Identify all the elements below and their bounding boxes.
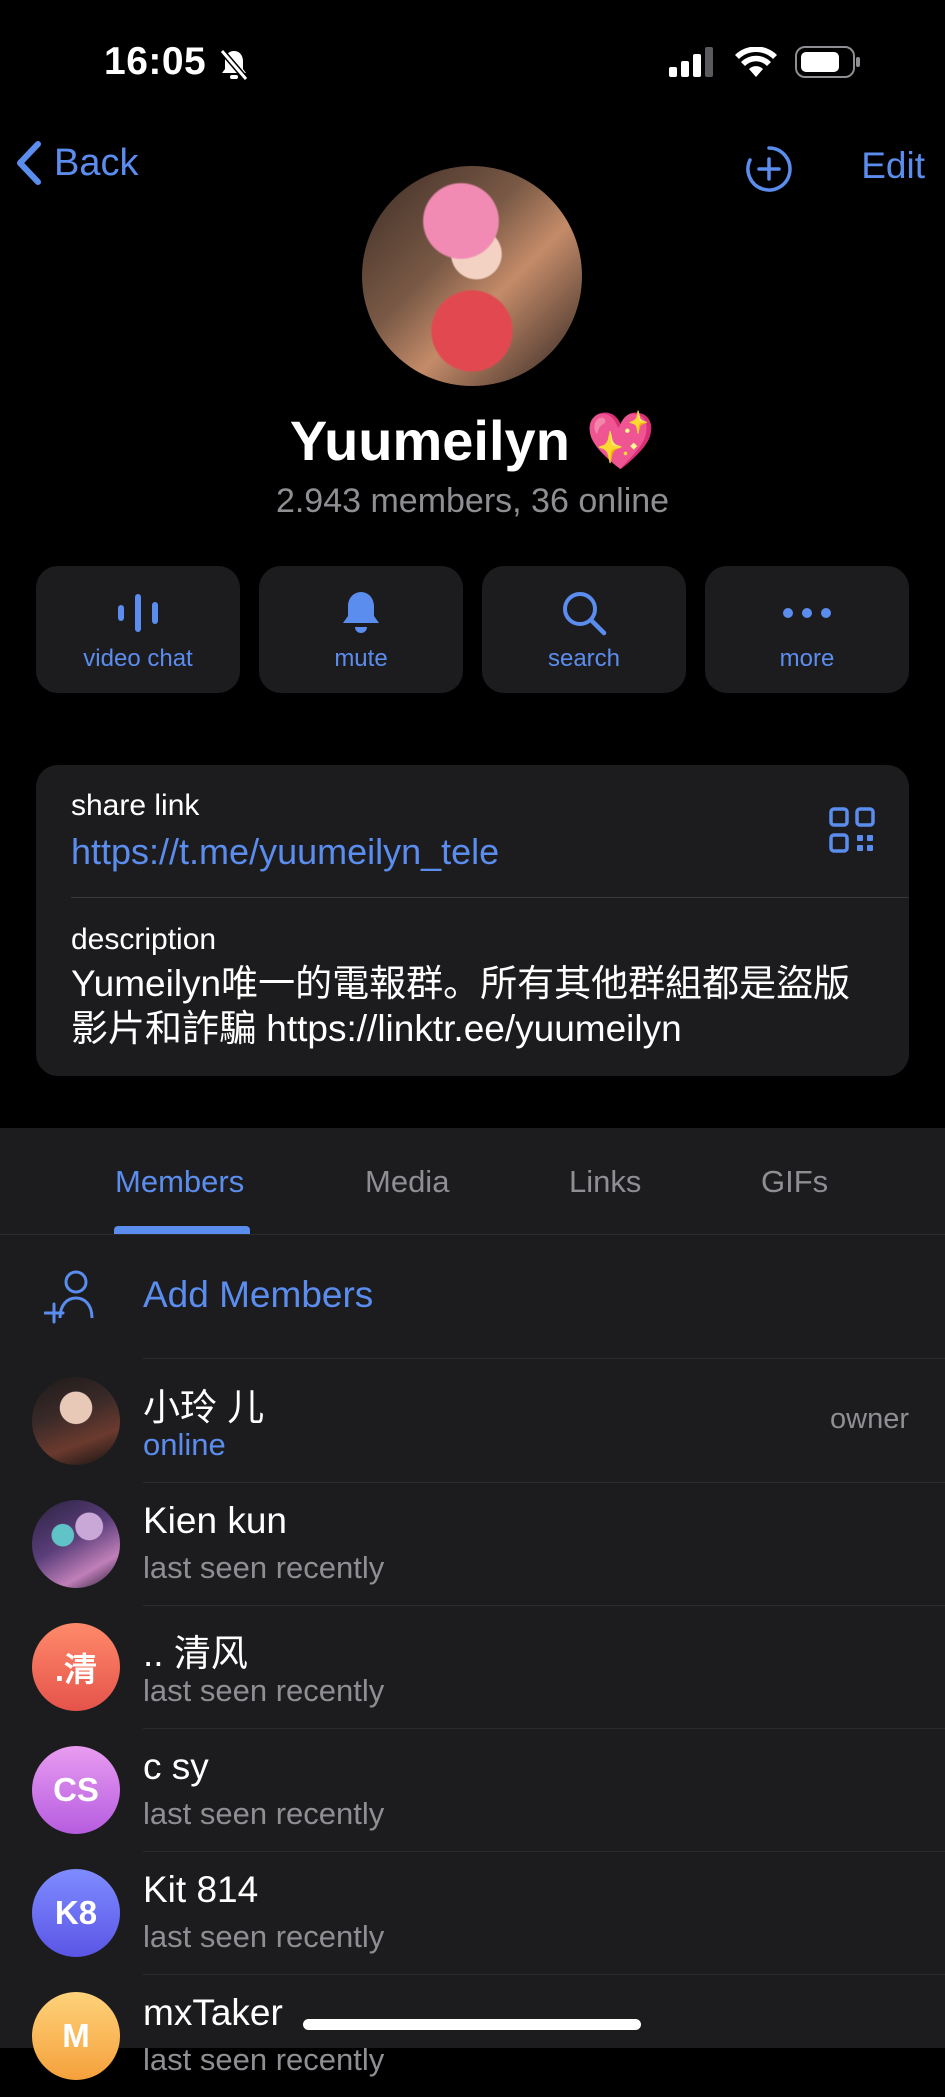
edit-button[interactable]: Edit — [861, 145, 925, 187]
member-avatar — [32, 1500, 120, 1588]
group-member-count: 2.943 members, 36 online — [275, 482, 670, 520]
wifi-icon — [735, 47, 777, 77]
back-label: Back — [54, 141, 139, 184]
cellular-signal-icon — [669, 47, 713, 77]
status-time: 16:05 — [104, 40, 207, 83]
video-chat-icon — [118, 593, 158, 632]
member-status: last seen recently — [143, 1550, 385, 1585]
more-icon — [783, 607, 831, 618]
action-bar: video chat mute search more — [36, 566, 909, 693]
add-person-icon — [44, 1270, 94, 1324]
group-name: Yuumeilyn 💖 — [289, 409, 656, 472]
member-row[interactable]: K8 Kit 814 last seen recently — [0, 1851, 945, 1974]
silent-mode-icon — [218, 48, 250, 87]
add-story-button[interactable] — [744, 144, 794, 199]
qr-code-icon — [829, 807, 875, 853]
member-name: .. 清风 — [143, 1633, 248, 1674]
member-row[interactable]: Kien kun last seen recently — [0, 1482, 945, 1605]
add-members-button[interactable]: Add Members — [0, 1234, 945, 1358]
video-chat-label: video chat — [83, 644, 193, 672]
home-indicator[interactable] — [303, 2019, 641, 2030]
member-row[interactable]: M mxTaker last seen recently — [0, 1974, 945, 2097]
chevron-left-icon — [17, 141, 41, 185]
active-tab-indicator — [114, 1226, 250, 1234]
tab-members[interactable]: Members — [115, 1164, 244, 1200]
tab-links[interactable]: Links — [569, 1164, 641, 1200]
tab-gifs[interactable]: GIFs — [761, 1164, 828, 1200]
search-button[interactable]: search — [482, 566, 686, 693]
share-link-url[interactable]: https://t.me/yuumeilyn_tele — [71, 831, 499, 873]
member-name: Kien kun — [143, 1500, 287, 1541]
member-name: c sy — [143, 1746, 209, 1787]
group-avatar[interactable] — [362, 166, 582, 386]
member-name: 小玲 儿 — [143, 1387, 265, 1428]
status-indicators — [669, 46, 861, 78]
qr-code-button[interactable] — [829, 807, 875, 858]
more-label: more — [779, 644, 835, 672]
members-section: Members Media Links GIFs Add Members 小玲 … — [0, 1128, 945, 2080]
description-text: Yumeilyn唯一的電報群。所有其他群組都是盜版 影片和詐騙 https://… — [71, 961, 881, 1051]
member-avatar: K8 — [32, 1869, 120, 1957]
bell-icon — [343, 591, 379, 633]
tab-bar: Members Media Links GIFs — [0, 1128, 945, 1235]
info-divider — [71, 897, 909, 898]
mute-button[interactable]: mute — [259, 566, 463, 693]
member-avatar — [32, 1377, 120, 1465]
member-avatar: M — [32, 1992, 120, 2080]
member-row[interactable]: 小玲 儿 online owner — [0, 1359, 945, 1482]
back-button[interactable]: Back — [14, 140, 138, 186]
tab-media[interactable]: Media — [365, 1164, 449, 1200]
description-line-1: Yumeilyn唯一的電報群。所有其他群組都是盜版 — [71, 963, 851, 1004]
share-link-label: share link — [71, 789, 200, 822]
add-members-label: Add Members — [143, 1274, 374, 1315]
member-avatar: CS — [32, 1746, 120, 1834]
more-button[interactable]: more — [705, 566, 909, 693]
search-label: search — [547, 644, 621, 672]
video-chat-button[interactable]: video chat — [36, 566, 240, 693]
member-row[interactable]: CS c sy last seen recently — [0, 1728, 945, 1851]
mute-label: mute — [334, 644, 388, 672]
member-row[interactable]: .清 .. 清风 last seen recently — [0, 1605, 945, 1728]
add-circle-icon — [746, 146, 792, 192]
battery-icon — [795, 46, 860, 78]
member-status: last seen recently — [143, 1919, 385, 1954]
member-status: last seen recently — [143, 1796, 385, 1831]
search-icon — [563, 591, 607, 635]
member-name: mxTaker — [143, 1992, 283, 2033]
member-name: Kit 814 — [143, 1869, 259, 1910]
member-status: online — [143, 1427, 226, 1462]
member-status: last seen recently — [143, 1673, 385, 1708]
member-status: last seen recently — [143, 2042, 385, 2077]
member-avatar: .清 — [32, 1623, 120, 1711]
description-line-2[interactable]: 影片和詐騙 https://linktr.ee/yuumeilyn — [71, 1006, 881, 1051]
member-role: owner — [830, 1403, 909, 1435]
group-info-card: share link https://t.me/yuumeilyn_tele d… — [36, 765, 909, 1076]
description-label: description — [71, 923, 217, 956]
